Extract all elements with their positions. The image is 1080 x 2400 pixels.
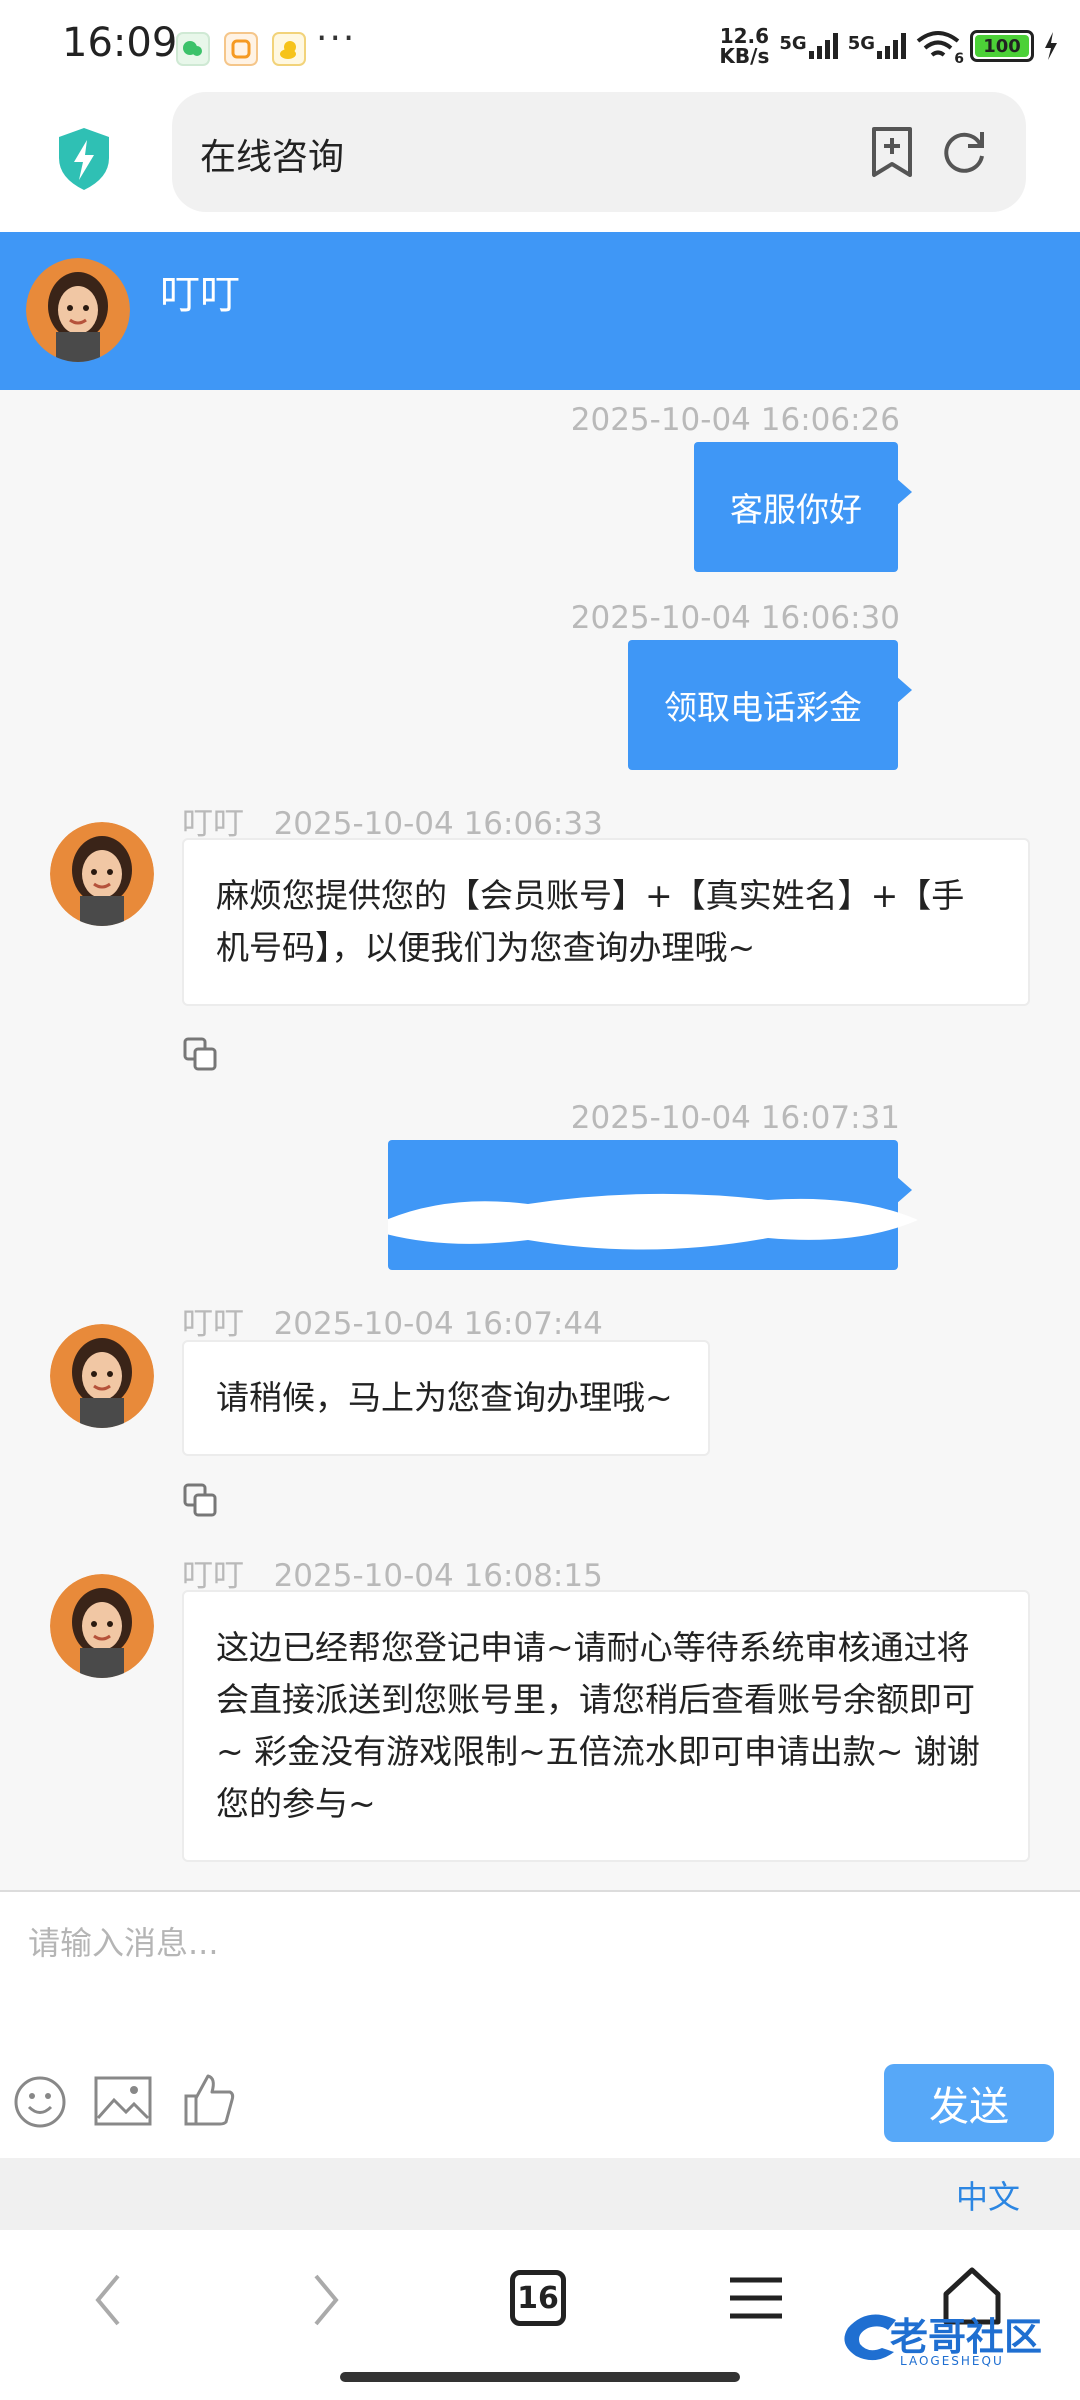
sender-name: 叮叮 [182,1306,244,1342]
copy-icon[interactable] [182,1036,220,1074]
status-bar: 16:09 ··· 12.6 KB/s 5G 5G 6 100 [0,0,1080,92]
browser-nav-bar: 16 老哥社区 LAOGESHEQU [0,2230,1080,2400]
back-icon[interactable] [92,2272,122,2328]
sim2-label: 5G [847,33,875,54]
menu-icon[interactable] [728,2274,784,2322]
outgoing-message-bubble[interactable]: 客服你好 [694,442,912,572]
message-meta: 叮叮 2025-10-04 16:08:15 [182,1550,603,1595]
duck-app-icon [272,32,306,66]
agent-avatar [50,1324,154,1428]
tabs-button[interactable]: 16 [510,2270,566,2326]
message-input[interactable]: 请输入消息... [28,1918,1048,2038]
browser-address-bar: 在线咨询 [0,92,1080,232]
message-text: 领取电话彩金 [664,688,862,727]
sim1-label: 5G [779,33,807,54]
incoming-message-bubble[interactable]: 请稍候，马上为您查询办理哦~ [182,1340,710,1456]
watermark-subtext: LAOGESHEQU [900,2354,1004,2368]
message-timestamp: 2025-10-04 16:07:44 [273,1306,603,1342]
network-speed-unit: KB/s [719,44,770,68]
outgoing-message-bubble-redacted[interactable] [388,1140,918,1270]
forward-icon[interactable] [312,2272,342,2328]
message-text: 客服你好 [730,490,862,529]
wechat-app-icon [176,32,210,66]
signal-bars-icon [877,33,906,59]
add-bookmark-icon[interactable] [868,126,916,178]
watermark-logo: 老哥社区 LAOGESHEQU [838,2306,1074,2376]
more-notifications-icon: ··· [316,18,357,59]
send-button[interactable]: 发送 [884,2064,1054,2142]
sender-name: 叮叮 [182,1558,244,1594]
sender-name: 叮叮 [182,806,244,842]
battery-level: 100 [983,35,1021,57]
message-text: 这边已经帮您登记申请~请耐心等待系统审核通过将会直接派送到您账号里，请您稍后查看… [216,1628,980,1823]
copy-icon[interactable] [182,1482,220,1520]
agent-avatar [26,258,130,362]
wifi-badge: 6 [954,51,964,67]
message-timestamp: 2025-10-04 16:07:31 [570,1100,900,1136]
message-timestamp: 2025-10-04 16:06:26 [570,402,900,438]
language-switch[interactable]: 中文 [956,2172,1020,2218]
battery-icon: 100 [970,30,1034,62]
message-text: 请稍候，马上为您查询办理哦~ [216,1378,673,1417]
agent-avatar [50,822,154,926]
chat-header: 叮叮 [0,232,1080,390]
watermark-text: 老哥社区 [890,2315,1043,2359]
charging-bolt-icon [1045,32,1057,60]
message-composer: 请输入消息... 发送 [0,1890,1080,2160]
tab-count: 16 [517,2280,559,2316]
agent-name: 叮叮 [160,272,240,318]
message-timestamp: 2025-10-04 16:06:30 [570,600,900,636]
sim2-signal: 5G [848,33,906,59]
incoming-message-bubble[interactable]: 这边已经帮您登记申请~请耐心等待系统审核通过将会直接派送到您账号里，请您稍后查看… [182,1590,1030,1862]
security-shield-icon[interactable] [56,126,112,192]
message-timestamp: 2025-10-04 16:08:15 [273,1558,603,1594]
image-icon[interactable] [94,2076,152,2126]
outgoing-message-bubble[interactable]: 领取电话彩金 [628,640,912,770]
signal-bars-icon [808,33,838,59]
sim1-signal: 5G [779,33,838,59]
reload-icon[interactable] [938,126,990,178]
network-speed: 12.6 KB/s [719,26,769,66]
status-indicators: 12.6 KB/s 5G 5G 6 100 [719,24,1058,68]
page-title: 在线咨询 [200,137,345,178]
language-bar: 中文 [0,2158,1080,2230]
message-list[interactable]: 2025-10-04 16:06:26 客服你好 2025-10-04 16:0… [0,390,1080,1890]
wifi-icon: 6 [916,29,964,67]
incoming-message-bubble[interactable]: 麻烦您提供您的【会员账号】+【真实姓名】+【手机号码】，以便我们为您查询办理哦~ [182,838,1030,1006]
status-time: 16:09 [62,20,178,66]
agent-avatar [50,1574,154,1678]
message-meta: 叮叮 2025-10-04 16:07:44 [182,1298,603,1343]
redaction-scribble [388,1193,918,1250]
thumbs-up-icon[interactable] [182,2072,236,2128]
network-speed-value: 12.6 [719,24,770,48]
home-indicator[interactable] [340,2372,740,2382]
message-text: 麻烦您提供您的【会员账号】+【真实姓名】+【手机号码】，以便我们为您查询办理哦~ [216,876,965,967]
message-meta: 叮叮 2025-10-04 16:06:33 [182,798,603,843]
url-field[interactable]: 在线咨询 [172,92,1026,212]
message-timestamp: 2025-10-04 16:06:33 [273,806,603,842]
orange-app-icon [224,32,258,66]
emoji-icon[interactable] [12,2074,68,2130]
